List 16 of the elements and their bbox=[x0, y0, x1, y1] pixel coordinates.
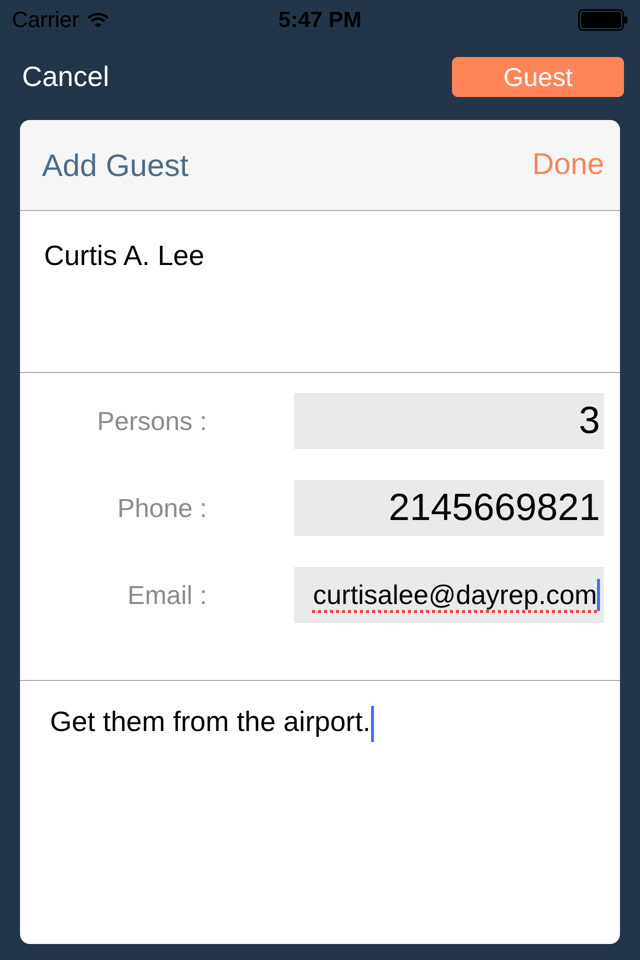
name-field[interactable]: Curtis A. Lee bbox=[20, 211, 620, 373]
sheet-title: Add Guest bbox=[42, 150, 188, 180]
field-label: Phone : bbox=[116, 495, 207, 521]
status-time: 5:47 PM bbox=[278, 9, 362, 31]
text-caret-icon bbox=[370, 706, 374, 742]
notes-field[interactable]: Get them from the airport. bbox=[20, 681, 620, 944]
cancel-button[interactable]: Cancel bbox=[22, 63, 110, 91]
wifi-icon bbox=[87, 12, 110, 28]
input-field[interactable]: 3 bbox=[294, 393, 604, 449]
field-label: Email : bbox=[126, 582, 207, 608]
carrier-label: Carrier bbox=[12, 9, 80, 31]
input-field[interactable]: 2145669821 bbox=[294, 480, 604, 536]
text-caret-icon bbox=[597, 579, 600, 611]
field-label: Persons : bbox=[96, 408, 207, 434]
input-field[interactable]: curtisalee@dayrep.com bbox=[294, 567, 604, 623]
battery-icon bbox=[578, 9, 628, 31]
